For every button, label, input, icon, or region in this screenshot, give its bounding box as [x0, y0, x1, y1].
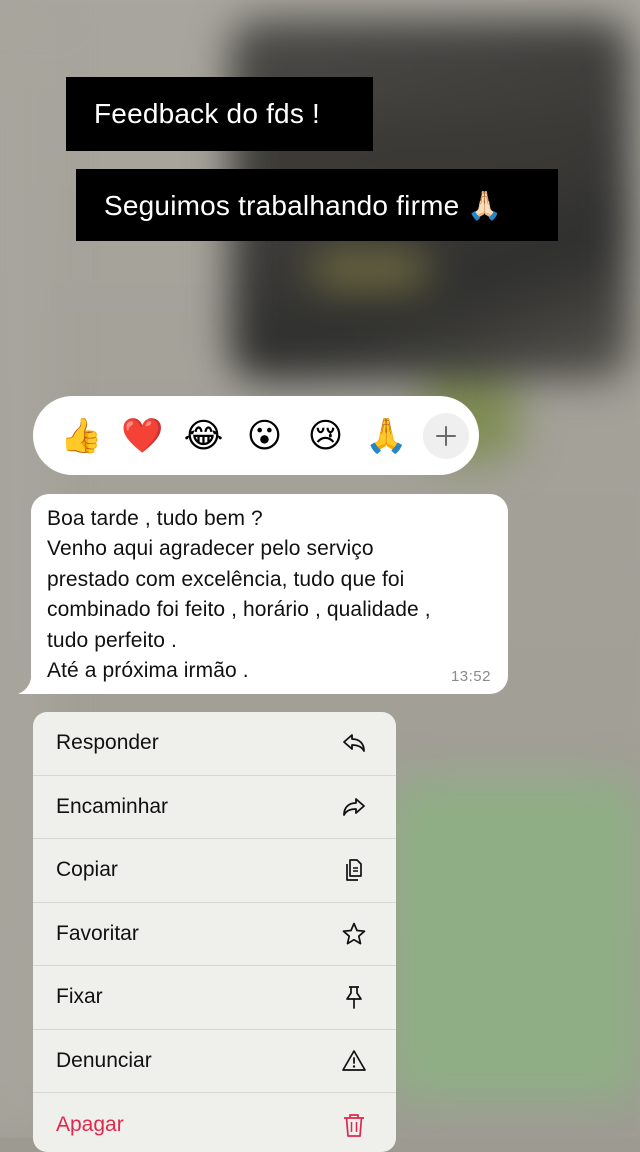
message-context-menu: Responder Encaminhar Copiar Favoritar Fi… — [33, 712, 396, 1152]
menu-item-label: Denunciar — [56, 1048, 152, 1072]
caption-text-2: Seguimos trabalhando firme 🙏🏻 — [104, 189, 503, 221]
message-text: Boa tarde , tudo bem ? Venho aqui agrade… — [47, 507, 431, 683]
story-caption-title: Feedback do fds ! — [66, 77, 373, 151]
surprised-face-icon[interactable]: 😮 — [234, 405, 295, 466]
message-timestamp: 13:52 — [450, 668, 491, 685]
pin-icon — [340, 983, 368, 1011]
tears-of-joy-icon[interactable]: 😂 — [173, 405, 234, 466]
menu-item-forward[interactable]: Encaminhar — [33, 776, 396, 839]
trash-icon — [340, 1111, 368, 1139]
thumbs-up-icon[interactable]: 👍 — [51, 405, 112, 466]
caption-text-1: Feedback do fds ! — [94, 98, 320, 129]
reaction-bar: 👍 ❤️ 😂 😮 😢 🙏 — [33, 396, 479, 475]
message-bubble[interactable]: Boa tarde , tudo bem ? Venho aqui agrade… — [31, 494, 508, 694]
menu-item-label: Responder — [56, 731, 159, 755]
crying-face-icon[interactable]: 😢 — [295, 405, 356, 466]
menu-item-label: Favoritar — [56, 921, 139, 945]
story-caption-subtitle: Seguimos trabalhando firme 🙏🏻 — [76, 169, 558, 241]
menu-item-copy[interactable]: Copiar — [33, 839, 396, 903]
menu-item-label: Encaminhar — [56, 794, 169, 818]
menu-item-favorite[interactable]: Favoritar — [33, 903, 396, 966]
menu-item-label: Copiar — [56, 858, 118, 882]
menu-item-pin[interactable]: Fixar — [33, 966, 396, 1030]
copy-icon — [340, 856, 368, 884]
menu-item-label: Fixar — [56, 985, 103, 1009]
forward-icon — [340, 793, 368, 821]
plus-icon — [436, 425, 456, 446]
warning-icon — [340, 1047, 368, 1075]
menu-item-reply[interactable]: Responder — [33, 712, 396, 776]
menu-item-label: Apagar — [56, 1112, 124, 1136]
heart-icon[interactable]: ❤️ — [112, 405, 173, 466]
folded-hands-icon[interactable]: 🙏 — [356, 405, 417, 466]
menu-item-delete[interactable]: Apagar — [33, 1093, 396, 1152]
more-reactions-button[interactable] — [423, 412, 469, 459]
reply-icon — [340, 729, 368, 757]
menu-item-report[interactable]: Denunciar — [33, 1030, 396, 1093]
star-icon — [340, 920, 368, 948]
